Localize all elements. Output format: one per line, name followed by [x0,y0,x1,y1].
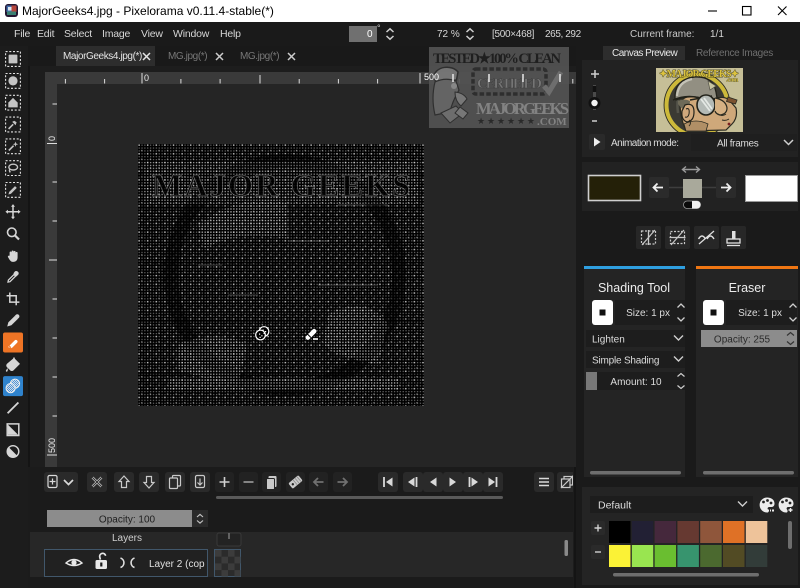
svg-text:0: 0 [144,73,149,83]
svg-text:Opacity: 255: Opacity: 255 [714,335,771,346]
svg-text:Opacity: 100: Opacity: 100 [99,515,156,526]
svg-text:CERTIFIED: CERTIFIED [477,76,542,92]
svg-text:MAJOR GEEKS: MAJOR GEEKS [152,167,410,203]
svg-text:Size: 1 px: Size: 1 px [626,308,670,319]
svg-text:Amount: 10: Amount: 10 [610,377,662,388]
svg-text:TESTED★100% CLEAN: TESTED★100% CLEAN [433,51,562,67]
svg-text:Shading Tool: Shading Tool [598,281,670,295]
svg-text:500: 500 [47,438,57,453]
svg-text:.COM: .COM [537,116,567,128]
svg-text:Eraser: Eraser [729,281,766,295]
svg-text:Default: Default [598,500,631,512]
svg-text:Simple Shading: Simple Shading [592,356,659,367]
svg-text:.com: .com [726,78,738,84]
svg-text:All frames: All frames [717,139,759,150]
svg-text:Layer 2 (cop: Layer 2 (cop [149,559,205,570]
svg-text:Lighten: Lighten [592,335,625,346]
svg-text:0: 0 [47,136,57,141]
svg-text:Animation mode:: Animation mode: [611,138,679,149]
svg-text:500: 500 [424,72,439,82]
svg-text:Layers: Layers [112,533,142,544]
svg-text:Size: 1 px: Size: 1 px [738,308,782,319]
